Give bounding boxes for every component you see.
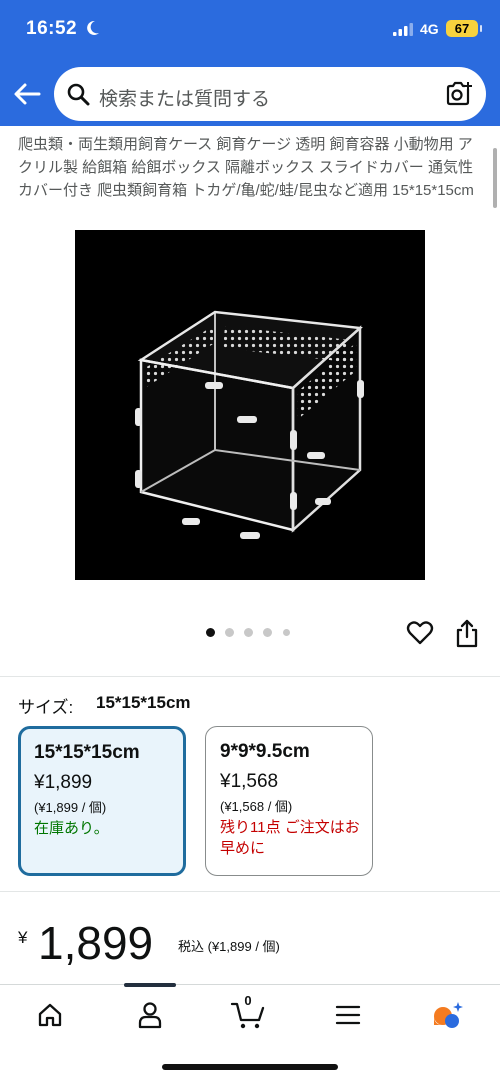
- rufus-ai-icon: [434, 1002, 463, 1028]
- signal-icon: [393, 23, 413, 36]
- option-unit-price: (¥1,568 / 個): [220, 799, 293, 814]
- search-header: 検索または質問する: [0, 62, 500, 126]
- option-price: ¥1,899: [34, 772, 93, 793]
- product-page: 16:52 4G 67 検索または質問する 爬虫類・両生類用飼育ケース 飼育ケー…: [0, 0, 500, 1080]
- active-tab-indicator: [124, 983, 176, 987]
- carousel-dot[interactable]: [283, 629, 290, 636]
- cart-count: 0: [244, 993, 252, 1008]
- camera-search-icon[interactable]: [444, 80, 472, 108]
- option-stock-status: 残り11点 ご注文はお早めに: [220, 819, 360, 857]
- battery-indicator: 67: [446, 20, 482, 37]
- nav-account[interactable]: [130, 997, 170, 1033]
- divider: [0, 891, 500, 892]
- home-indicator: [162, 1064, 338, 1070]
- size-option-9cm[interactable]: 9*9*9.5cm ¥1,568 (¥1,568 / 個) 残り11点 ご注文は…: [205, 726, 373, 876]
- acrylic-terrarium-illustration: [135, 310, 364, 539]
- home-icon: [38, 1003, 62, 1027]
- moon-icon: [87, 20, 99, 35]
- price-tax-note: 税込 (¥1,899 / 個): [178, 939, 280, 954]
- search-input[interactable]: 検索または質問する: [54, 67, 486, 121]
- arrow-left-icon: [14, 83, 41, 105]
- product-title[interactable]: 爬虫類・両生類用飼育ケース 飼育ケージ 透明 飼育容器 小動物用 アクリル製 給…: [18, 133, 480, 202]
- price-amount: 1,899: [38, 917, 154, 969]
- option-price: ¥1,568: [220, 771, 279, 792]
- share-icon[interactable]: [454, 618, 480, 648]
- option-name: 9*9*9.5cm: [220, 741, 310, 762]
- price-currency: ¥: [18, 928, 28, 947]
- size-label: サイズ:: [18, 698, 74, 717]
- account-icon: [138, 1002, 162, 1029]
- option-unit-price: (¥1,899 / 個): [34, 800, 107, 815]
- size-selected-value: 15*15*15cm: [96, 693, 191, 712]
- size-option-15cm[interactable]: 15*15*15cm ¥1,899 (¥1,899 / 個) 在庫あり。: [18, 726, 186, 876]
- network-type: 4G: [420, 21, 439, 37]
- search-icon: [67, 83, 90, 106]
- bottom-nav: 0: [0, 983, 500, 1080]
- scrollbar: [493, 148, 497, 208]
- nav-menu[interactable]: [328, 997, 368, 1033]
- product-image[interactable]: [75, 230, 425, 580]
- status-bar: 16:52 4G 67: [0, 0, 500, 62]
- carousel-dot[interactable]: [206, 628, 215, 637]
- back-button[interactable]: [10, 77, 44, 111]
- nav-home[interactable]: [30, 997, 70, 1033]
- carousel-dot[interactable]: [225, 628, 234, 637]
- nav-rufus[interactable]: [428, 997, 468, 1033]
- divider: [0, 676, 500, 677]
- carousel-dot[interactable]: [244, 628, 253, 637]
- heart-icon[interactable]: [406, 619, 434, 647]
- option-name: 15*15*15cm: [34, 742, 140, 763]
- search-placeholder: 検索または質問する: [99, 89, 271, 110]
- menu-icon: [335, 1005, 361, 1025]
- carousel-dots: [206, 627, 296, 639]
- status-time: 16:52: [26, 18, 78, 39]
- carousel-dot[interactable]: [263, 628, 272, 637]
- nav-cart[interactable]: 0: [228, 993, 268, 1033]
- option-stock-status: 在庫あり。: [34, 820, 109, 837]
